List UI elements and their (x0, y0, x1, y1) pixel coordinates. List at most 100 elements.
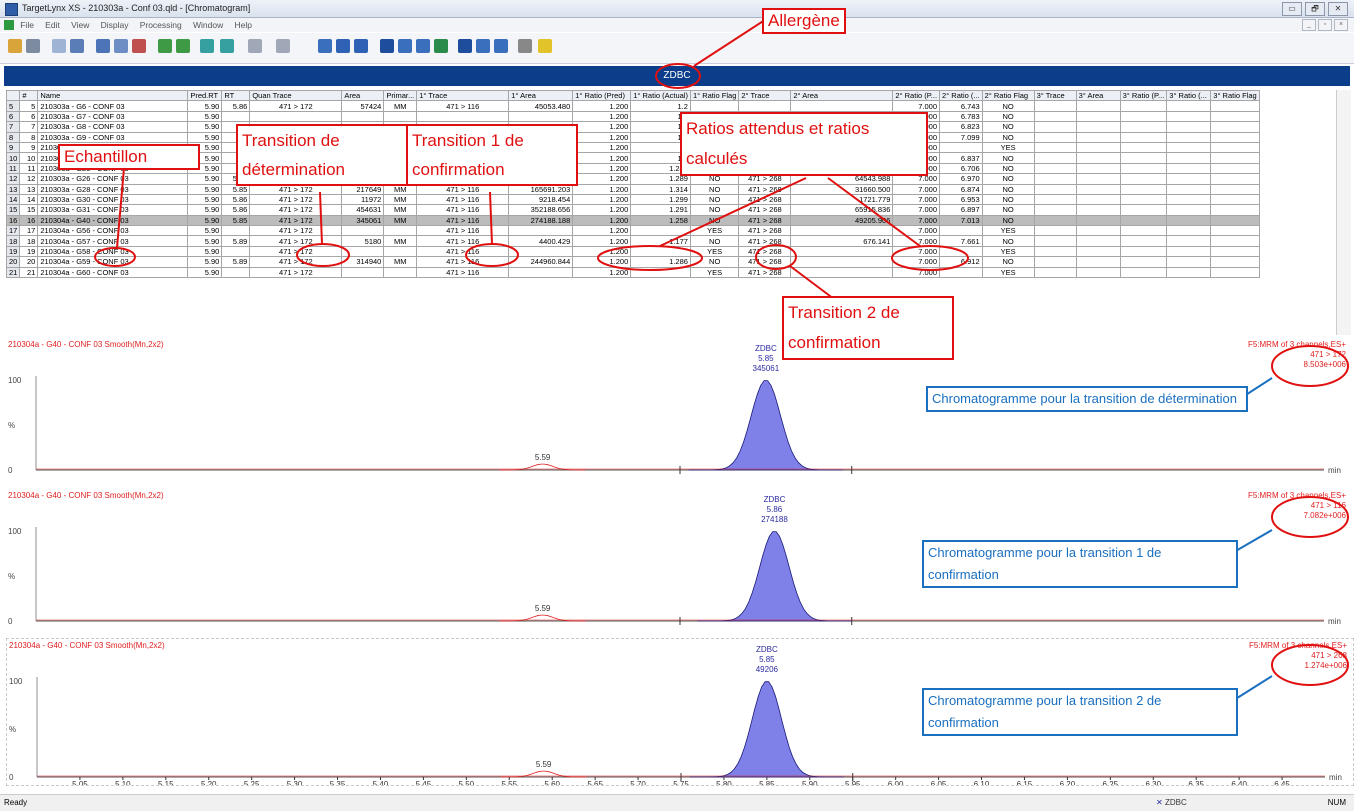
table-cell[interactable] (1075, 183, 1121, 195)
table-cell[interactable]: 65915.836 (790, 204, 894, 216)
row-header[interactable]: 7 (6, 121, 21, 133)
save-icon[interactable] (26, 39, 40, 53)
table-cell[interactable]: MM (383, 214, 418, 227)
table-cell[interactable]: 471 > 268 (738, 193, 792, 206)
table-cell[interactable]: 471 > 172 (249, 214, 343, 227)
table-cell[interactable] (1210, 100, 1260, 112)
table-cell[interactable]: NO (689, 204, 740, 216)
table-cell[interactable]: NO (981, 131, 1035, 143)
table-cell[interactable]: 1.200 (572, 100, 632, 112)
table-cell[interactable]: 6.823 (939, 121, 983, 133)
table-cell[interactable] (1119, 235, 1168, 247)
table-cell[interactable]: 471 > 116 (416, 204, 510, 216)
row-header[interactable]: 11 (6, 162, 21, 175)
column-header[interactable]: 1° Trace (416, 90, 510, 102)
table-cell[interactable] (1210, 183, 1260, 195)
table-cell[interactable]: 1.200 (572, 121, 632, 133)
table-cell[interactable]: 5.86 (221, 204, 251, 216)
table-cell[interactable]: 5.90 (187, 100, 223, 112)
row-header[interactable]: 17 (6, 225, 21, 237)
table-cell[interactable] (508, 110, 574, 123)
table-cell[interactable] (249, 110, 343, 123)
table-cell[interactable]: 471 > 268 (738, 266, 792, 279)
table-cell[interactable]: 6.897 (939, 204, 983, 216)
table-cell[interactable] (1166, 162, 1212, 175)
menu-window[interactable]: Window (193, 18, 223, 32)
menu-processing[interactable]: Processing (140, 18, 182, 32)
table-cell[interactable]: YES (981, 141, 1035, 154)
table-cell[interactable] (1210, 235, 1260, 247)
table-cell[interactable]: 210303a - G8 - CONF 03 (37, 121, 189, 133)
table-cell[interactable] (341, 110, 385, 123)
table-cell[interactable] (1166, 256, 1212, 268)
table-cell[interactable]: 4400.429 (508, 235, 574, 247)
table-cell[interactable]: NO (981, 162, 1035, 175)
table-cell[interactable] (1210, 266, 1260, 279)
menu-help[interactable]: Help (234, 18, 251, 32)
table-cell[interactable]: 11972 (341, 193, 385, 206)
table-cell[interactable] (1075, 152, 1121, 164)
table-cell[interactable]: 7.000 (892, 183, 941, 195)
menu-file[interactable]: File (20, 18, 34, 32)
table-cell[interactable]: 210304a - G57 - CONF 03 (37, 235, 189, 247)
table-cell[interactable]: 5.86 (221, 100, 251, 112)
table-cell[interactable] (1075, 256, 1121, 268)
column-header[interactable]: 2° Area (790, 90, 894, 102)
column-header[interactable]: Pred.RT (187, 90, 223, 102)
table-cell[interactable] (1119, 193, 1168, 206)
table-cell[interactable] (939, 141, 983, 154)
table-cell[interactable]: 15 (19, 204, 39, 216)
table-cell[interactable] (790, 245, 894, 258)
table-cell[interactable]: 1.200 (572, 193, 632, 206)
table-cell[interactable]: 471 > 268 (738, 183, 792, 195)
table-cell[interactable]: 1.291 (630, 204, 691, 216)
table-cell[interactable] (508, 225, 574, 237)
table-cell[interactable]: 1.200 (572, 214, 632, 227)
back-compound-icon[interactable] (200, 39, 214, 53)
table-cell[interactable]: 7.000 (892, 100, 941, 112)
book-icon[interactable] (416, 39, 430, 53)
table-cell[interactable] (630, 245, 691, 258)
table-cell[interactable]: 6.783 (939, 110, 983, 123)
table-cell[interactable]: 1721.779 (790, 193, 894, 206)
table-cell[interactable]: 210303a - G26 - CONF 03 (37, 173, 189, 185)
table-cell[interactable] (1119, 266, 1168, 279)
table-row[interactable]: 15 15 210303a - G31 - CONF 03 5.90 5.86 471 >… (6, 204, 1260, 216)
table-row[interactable]: 66210303a - G7 - CONF 035.901.2001.27.00… (6, 110, 1260, 123)
split-vertical-icon[interactable] (494, 39, 508, 53)
table-cell[interactable]: 471 > 268 (738, 214, 792, 227)
table-cell[interactable] (341, 225, 385, 237)
table-cell[interactable] (1075, 235, 1121, 247)
next-icon[interactable] (176, 39, 190, 53)
table-cell[interactable]: 7.000 (892, 266, 941, 279)
table-cell[interactable]: 471 > 116 (416, 193, 510, 206)
table-cell[interactable] (508, 245, 574, 258)
table-cell[interactable]: NO (981, 193, 1035, 206)
row-header[interactable]: 13 (6, 183, 21, 195)
table-row[interactable]: 20 20 210304a - G59 - CONF 03 5.90 5.89 471 >… (6, 256, 1260, 268)
table-cell[interactable]: 5.90 (187, 245, 223, 258)
table-cell[interactable]: 471 > 116 (416, 214, 510, 227)
table-cell[interactable]: 5.90 (187, 225, 223, 237)
column-header[interactable]: 1° Ratio (Actual) (630, 90, 691, 102)
table-cell[interactable] (1075, 173, 1121, 185)
table-cell[interactable]: 7.000 (892, 256, 941, 268)
table-row[interactable]: 77210303a - G8 - CONF 035.901.2001.47.00… (6, 121, 1260, 133)
table-row[interactable]: 17 17 210304a - G56 - CONF 03 5.90 471 > 172… (6, 225, 1260, 237)
table-cell[interactable]: 6.912 (939, 256, 983, 268)
table-cell[interactable]: 676.141 (790, 235, 894, 247)
table-cell[interactable] (1033, 152, 1077, 164)
table-cell[interactable]: NO (981, 235, 1035, 247)
table-cell[interactable] (1033, 131, 1077, 143)
table-cell[interactable] (508, 266, 574, 279)
table-cell[interactable] (1119, 141, 1168, 154)
table-cell[interactable]: 5.90 (187, 131, 223, 143)
table-cell[interactable] (383, 225, 418, 237)
table-cell[interactable] (1119, 110, 1168, 123)
table-cell[interactable]: 5.90 (187, 266, 223, 279)
table-cell[interactable]: 244960.844 (508, 256, 574, 268)
column-header[interactable]: Name (37, 90, 189, 102)
sphere-icon[interactable] (458, 39, 472, 53)
table-cell[interactable]: 7 (19, 121, 39, 133)
table-cell[interactable] (1210, 214, 1260, 227)
